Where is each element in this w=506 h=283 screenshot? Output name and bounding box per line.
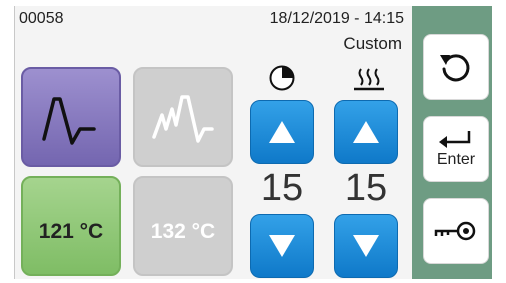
drying-value: 15	[344, 167, 388, 209]
drying-decrease-button[interactable]	[334, 214, 398, 278]
temp-121-label: 121 °C	[38, 220, 104, 243]
timer-increase-button[interactable]	[250, 100, 314, 164]
screen: 00058 18/12/2019 - 14:15 Custom 121 °C 1…	[0, 0, 506, 283]
temp-132-label: 132 °C	[150, 220, 216, 243]
back-button[interactable]	[423, 34, 489, 100]
key-icon	[434, 221, 476, 241]
arrow-down-icon	[269, 235, 295, 257]
arrow-down-icon	[353, 235, 379, 257]
cycle-type-selected-button[interactable]	[21, 67, 121, 167]
cycle-type-alt-button[interactable]	[133, 67, 233, 167]
cycle-id: 00058	[19, 10, 64, 27]
drying-heat-icon	[354, 68, 384, 91]
enter-arrow-icon	[439, 131, 471, 148]
datetime: 18/12/2019 - 14:15	[269, 10, 404, 27]
enter-button[interactable]: Enter	[423, 116, 489, 182]
timer-decrease-button[interactable]	[250, 214, 314, 278]
timer-value: 15	[260, 167, 304, 209]
multi-pulse-wave-icon	[152, 95, 214, 143]
temp-132-button[interactable]: 132 °C	[133, 176, 233, 276]
timer-icon	[269, 65, 295, 91]
pulse-wave-icon	[42, 97, 96, 145]
arrow-up-icon	[269, 121, 295, 143]
arrow-up-icon	[353, 121, 379, 143]
program-mode: Custom	[343, 34, 402, 53]
drying-increase-button[interactable]	[334, 100, 398, 164]
temp-121-button[interactable]: 121 °C	[21, 176, 121, 276]
undo-arrow-icon	[440, 54, 470, 82]
key-button[interactable]	[423, 198, 489, 264]
enter-label: Enter	[436, 151, 476, 168]
